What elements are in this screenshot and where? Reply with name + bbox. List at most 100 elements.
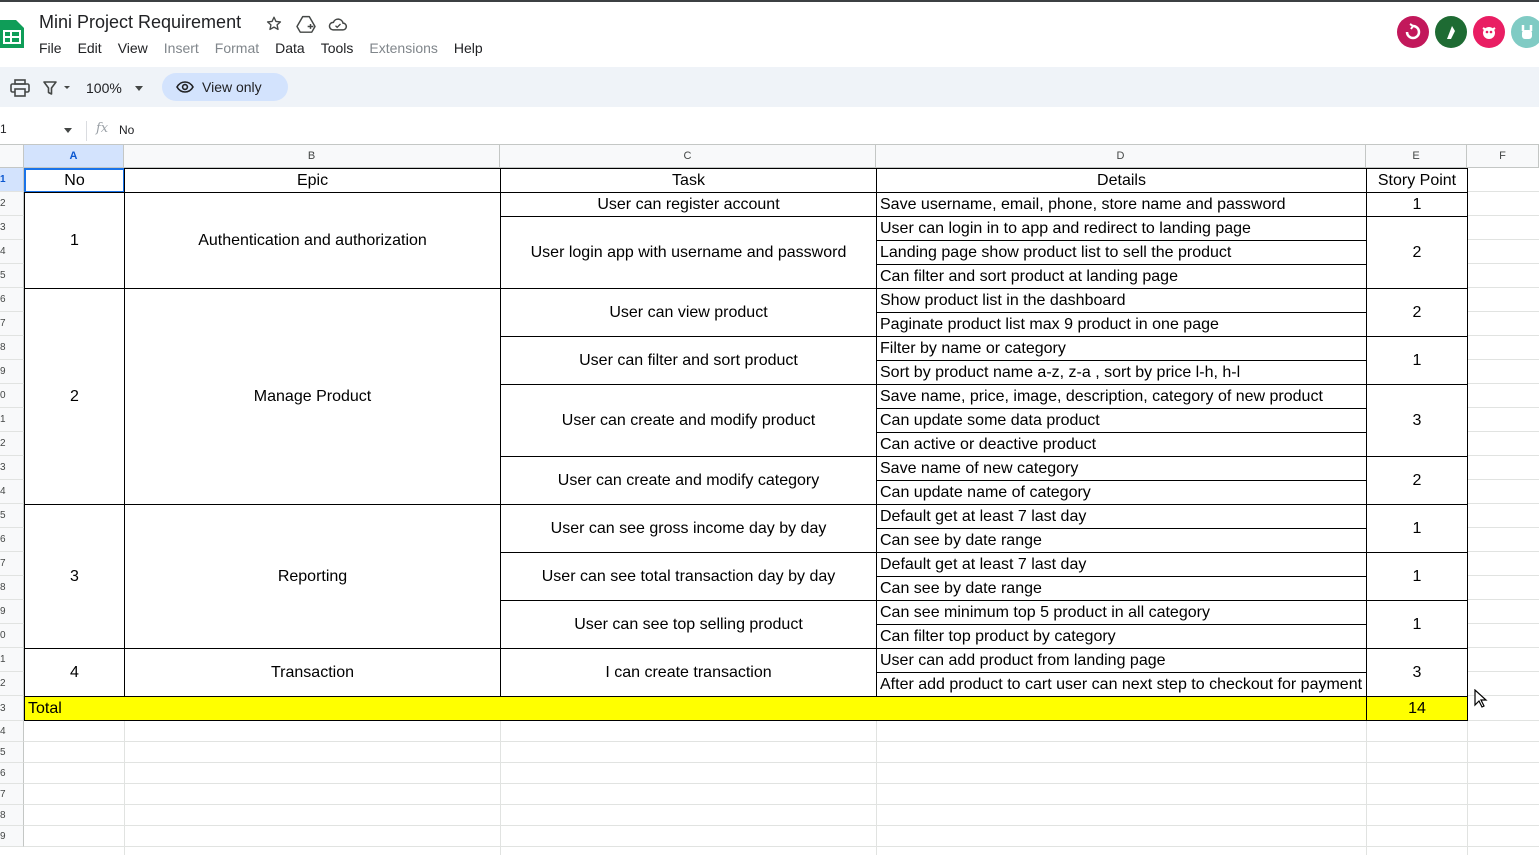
row-header[interactable]: 6 [0, 763, 24, 784]
row-header[interactable]: 3 [0, 456, 24, 480]
column-header-e[interactable]: E [1366, 145, 1467, 168]
header-epic[interactable]: Epic [124, 168, 501, 193]
details-cell[interactable]: Can filter top product by category [876, 624, 1367, 649]
details-cell[interactable]: Save name of new category [876, 456, 1367, 481]
select-all-corner[interactable] [0, 145, 24, 168]
details-cell[interactable]: Can see minimum top 5 product in all cat… [876, 600, 1367, 625]
menu-tools[interactable]: Tools [321, 40, 354, 56]
chevron-down-icon[interactable] [64, 128, 72, 133]
avatar[interactable] [1435, 16, 1467, 48]
header-no[interactable]: No [24, 168, 125, 193]
avatar[interactable] [1511, 16, 1539, 48]
details-cell[interactable]: Can update some data product [876, 408, 1367, 433]
filter-icon[interactable] [42, 80, 74, 96]
view-only-button[interactable]: View only [162, 73, 288, 101]
column-header-d[interactable]: D [876, 145, 1366, 168]
document-title[interactable]: Mini Project Requirement [39, 12, 241, 33]
print-icon[interactable] [10, 79, 30, 97]
epic-name-cell[interactable]: Manage Product [124, 288, 501, 505]
details-cell[interactable]: User can login in to app and redirect to… [876, 216, 1367, 241]
row-header[interactable]: 5 [0, 504, 24, 528]
row-header[interactable]: 5 [0, 264, 24, 288]
story-point-cell[interactable]: 2 [1366, 456, 1468, 505]
details-cell[interactable]: Sort by product name a-z, z-a , sort by … [876, 360, 1367, 385]
row-header[interactable]: 1 [0, 168, 24, 192]
star-icon[interactable] [263, 13, 285, 35]
story-point-cell[interactable]: 1 [1366, 504, 1468, 553]
sheets-logo-icon[interactable] [0, 20, 24, 48]
details-cell[interactable]: Landing page show product list to sell t… [876, 240, 1367, 265]
avatar[interactable] [1473, 16, 1505, 48]
row-header[interactable]: 7 [0, 552, 24, 576]
details-cell[interactable]: User can add product from landing page [876, 648, 1367, 673]
row-header[interactable]: 2 [0, 432, 24, 456]
story-point-cell[interactable]: 2 [1366, 216, 1468, 289]
story-point-cell[interactable]: 1 [1366, 336, 1468, 385]
menu-insert[interactable]: Insert [164, 40, 199, 56]
row-header[interactable]: 0 [0, 384, 24, 408]
row-header[interactable]: 2 [0, 192, 24, 216]
row-header[interactable]: 8 [0, 805, 24, 826]
row-header[interactable]: 6 [0, 528, 24, 552]
story-point-cell[interactable]: 1 [1366, 552, 1468, 601]
row-header[interactable]: 7 [0, 312, 24, 336]
row-header[interactable]: 4 [0, 480, 24, 504]
row-header[interactable]: 9 [0, 600, 24, 624]
row-header[interactable]: 5 [0, 742, 24, 763]
task-cell[interactable]: I can create transaction [500, 648, 877, 697]
story-point-cell[interactable]: 1 [1366, 600, 1468, 649]
menu-edit[interactable]: Edit [78, 40, 102, 56]
header-story-point[interactable]: Story Point [1366, 168, 1468, 193]
details-cell[interactable]: Save username, email, phone, store name … [876, 192, 1367, 217]
epic-name-cell[interactable]: Authentication and authorization [124, 192, 501, 289]
row-header[interactable]: 3 [0, 216, 24, 240]
row-header[interactable]: 1 [0, 648, 24, 672]
row-header[interactable]: 7 [0, 784, 24, 805]
column-header-f[interactable]: F [1467, 145, 1539, 168]
details-cell[interactable]: Can see by date range [876, 528, 1367, 553]
menu-extensions[interactable]: Extensions [369, 40, 437, 56]
row-header[interactable]: 8 [0, 336, 24, 360]
details-cell[interactable]: Save name, price, image, description, ca… [876, 384, 1367, 409]
header-task[interactable]: Task [500, 168, 877, 193]
details-cell[interactable]: Default get at least 7 last day [876, 504, 1367, 529]
row-header[interactable]: 4 [0, 721, 24, 742]
task-cell[interactable]: User can filter and sort product [500, 336, 877, 385]
story-point-cell[interactable]: 1 [1366, 192, 1468, 217]
chevron-down-icon[interactable] [135, 86, 143, 91]
story-point-cell[interactable]: 3 [1366, 384, 1468, 457]
details-cell[interactable]: Show product list in the dashboard [876, 288, 1367, 313]
row-header[interactable]: 1 [0, 408, 24, 432]
task-cell[interactable]: User can see top selling product [500, 600, 877, 649]
column-header-b[interactable]: B [124, 145, 500, 168]
row-header[interactable]: 4 [0, 240, 24, 264]
menu-format[interactable]: Format [215, 40, 259, 56]
task-cell[interactable]: User login app with username and passwor… [500, 216, 877, 289]
details-cell[interactable]: Can filter and sort product at landing p… [876, 264, 1367, 289]
row-header[interactable]: 3 [0, 696, 24, 721]
epic-no-cell[interactable]: 3 [24, 504, 125, 649]
task-cell[interactable]: User can see total transaction day by da… [500, 552, 877, 601]
column-header-c[interactable]: C [500, 145, 876, 168]
epic-name-cell[interactable]: Reporting [124, 504, 501, 649]
task-cell[interactable]: User can see gross income day by day [500, 504, 877, 553]
row-header[interactable]: 6 [0, 288, 24, 312]
spreadsheet-grid[interactable]: A B C D E F 1 2 3 4 5 6 7 8 9 0 1 2 3 4 5 6 7 8 9 0 1 2 3 4 5 6 7 8 9 No Epi… [0, 145, 1539, 855]
details-cell[interactable]: Can see by date range [876, 576, 1367, 601]
avatar[interactable] [1397, 16, 1429, 48]
task-cell[interactable]: User can create and modify category [500, 456, 877, 505]
cloud-saved-icon[interactable] [327, 13, 349, 35]
row-header[interactable]: 2 [0, 672, 24, 696]
total-value-cell[interactable]: 14 [1366, 696, 1468, 721]
move-to-drive-icon[interactable] [295, 13, 317, 35]
row-header[interactable]: 8 [0, 576, 24, 600]
epic-name-cell[interactable]: Transaction [124, 648, 501, 697]
details-cell[interactable]: Filter by name or category [876, 336, 1367, 361]
zoom-select[interactable]: 100% [86, 80, 122, 96]
menu-view[interactable]: View [118, 40, 148, 56]
details-cell[interactable]: After add product to cart user can next … [876, 672, 1367, 697]
task-cell[interactable]: User can register account [500, 192, 877, 217]
epic-no-cell[interactable]: 4 [24, 648, 125, 697]
column-header-a[interactable]: A [24, 145, 124, 168]
menu-file[interactable]: File [39, 40, 62, 56]
